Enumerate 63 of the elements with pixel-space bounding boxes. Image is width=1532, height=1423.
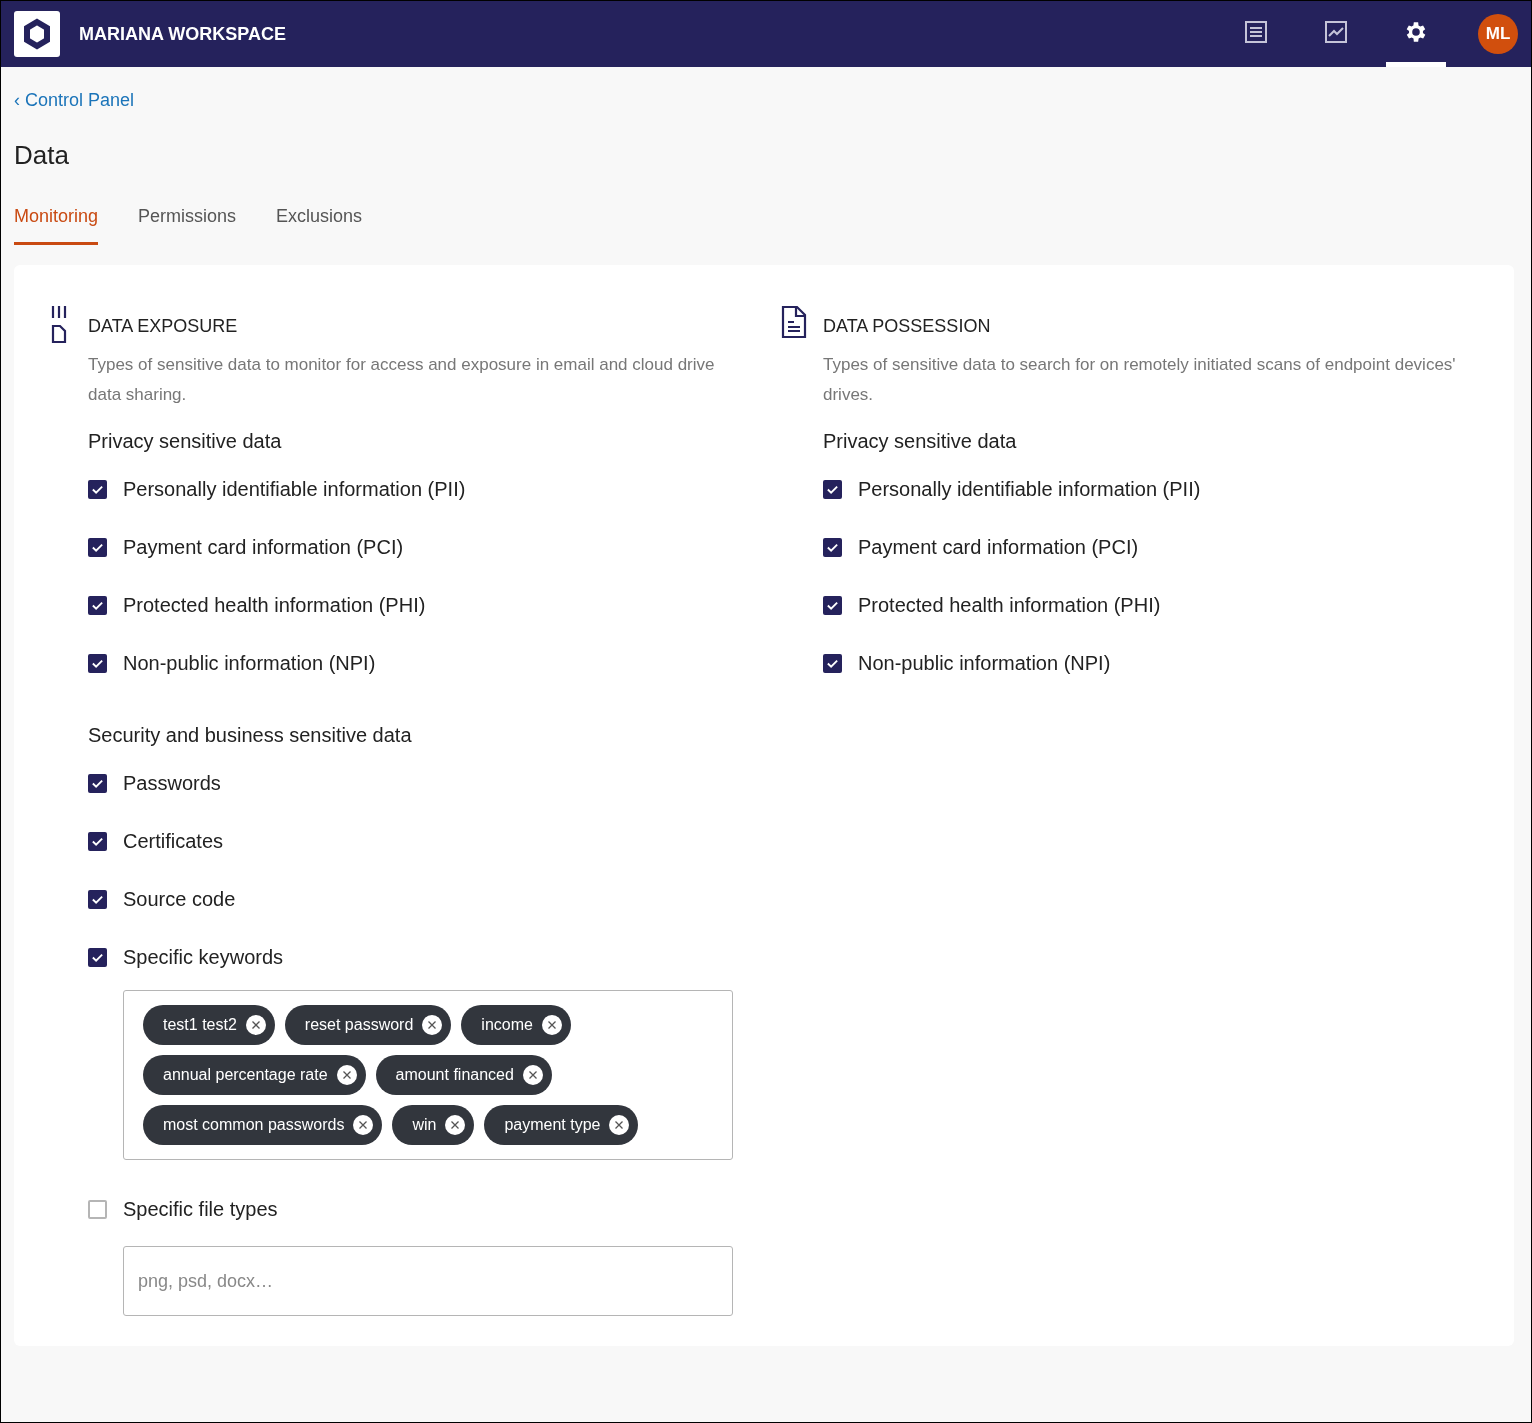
- checkbox[interactable]: [823, 653, 842, 673]
- group-heading: Privacy sensitive data: [823, 429, 1018, 454]
- page-title: Data: [14, 139, 70, 172]
- keyword-chip: reset password: [284, 1005, 452, 1045]
- checkbox-label: Non-public information (NPI): [123, 651, 376, 676]
- group-heading: Privacy sensitive data: [88, 429, 283, 454]
- keyword-chip: win: [392, 1105, 475, 1145]
- remove-icon[interactable]: [335, 1064, 358, 1086]
- checkbox-label: Specific keywords: [123, 945, 284, 970]
- remove-icon[interactable]: [244, 1014, 267, 1036]
- checkbox[interactable]: [88, 595, 107, 615]
- remove-icon[interactable]: [352, 1114, 375, 1136]
- checkbox-label: Payment card information (PCI): [858, 535, 1139, 560]
- section-description: Types of sensitive data to search for on remotely initiated scans of endpoint devices' drives.: [823, 354, 1457, 406]
- checkbox-label: Personally identifiable information (PII): [123, 477, 466, 502]
- checkbox[interactable]: [823, 479, 842, 499]
- breadcrumb-link[interactable]: ‹ Control Panel: [14, 87, 1518, 114]
- checkbox[interactable]: [823, 537, 842, 557]
- app-title: MARIANA WORKSPACE: [79, 22, 286, 46]
- file-types-field[interactable]: png, psd, docx…: [123, 1246, 733, 1316]
- remove-icon[interactable]: [444, 1114, 467, 1136]
- remove-icon[interactable]: [540, 1014, 563, 1036]
- group-heading: Security and business sensitive data: [88, 723, 413, 748]
- checkbox-label: Certificates: [123, 829, 224, 854]
- keywords-field[interactable]: test1 test2 reset password income annual percentage rate amount financed most common passwords win payment type: [123, 990, 733, 1160]
- checkbox-label: Non-public information (NPI): [858, 651, 1111, 676]
- logo[interactable]: [14, 11, 60, 57]
- keyword-chip: amount financed: [375, 1055, 552, 1095]
- checkbox-label: Passwords: [123, 771, 221, 796]
- keyword-chip: payment type: [484, 1105, 639, 1145]
- chart-icon: [1324, 19, 1348, 44]
- checkbox[interactable]: [88, 653, 107, 673]
- checkbox-label: Personally identifiable information (PII): [858, 477, 1201, 502]
- checkbox-label: Payment card information (PCI): [123, 535, 404, 560]
- remove-icon[interactable]: [421, 1014, 444, 1036]
- tab[interactable]: Monitoring: [14, 203, 99, 245]
- checkbox[interactable]: [88, 889, 107, 909]
- checkbox-label: Source code: [123, 887, 236, 912]
- section-title: DATA EXPOSURE: [88, 315, 239, 338]
- checkbox[interactable]: [88, 479, 107, 499]
- section-description: Types of sensitive data to monitor for access and exposure in email and cloud drive data sharing.: [88, 354, 716, 406]
- section-title: DATA POSSESSION: [823, 315, 992, 338]
- checkbox-label: Specific file types: [123, 1197, 278, 1222]
- checkbox-label: Protected health information (PHI): [123, 593, 426, 618]
- checkbox[interactable]: [88, 773, 107, 793]
- checkbox-label: Protected health information (PHI): [858, 593, 1161, 618]
- checkbox[interactable]: [88, 947, 107, 967]
- checkbox[interactable]: [88, 537, 107, 557]
- keyword-chip: most common passwords: [143, 1105, 383, 1145]
- checkbox[interactable]: [88, 1199, 107, 1219]
- tab[interactable]: Permissions: [138, 203, 237, 245]
- remove-icon[interactable]: [608, 1114, 631, 1136]
- tab[interactable]: Exclusions: [276, 203, 363, 245]
- document-icon: [51, 305, 67, 343]
- checkbox[interactable]: [823, 595, 842, 615]
- user-avatar[interactable]: ML: [1478, 14, 1518, 54]
- keyword-chip: test1 test2: [143, 1005, 275, 1045]
- keyword-chip: annual percentage rate: [143, 1055, 366, 1095]
- keyword-chip: income: [461, 1005, 571, 1045]
- list-icon: [1244, 19, 1268, 44]
- checkbox[interactable]: [88, 831, 107, 851]
- remove-icon[interactable]: [521, 1064, 544, 1086]
- document-icon: [781, 305, 807, 339]
